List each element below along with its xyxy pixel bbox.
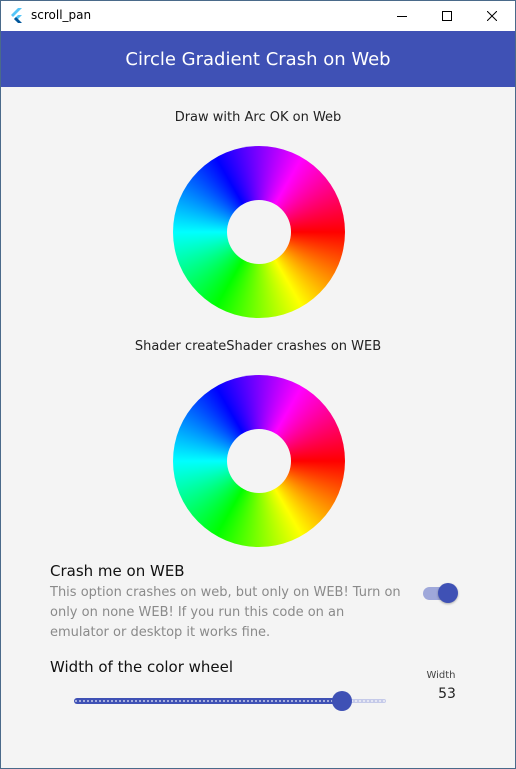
- page-title: Circle Gradient Crash on Web: [125, 48, 391, 70]
- shader-wheel-caption: Shader createShader crashes on WEB: [134, 339, 382, 354]
- title-bar: scroll_pan: [1, 1, 515, 31]
- maximize-button[interactable]: [424, 1, 470, 31]
- arc-wheel-caption: Draw with Arc OK on Web: [174, 110, 342, 125]
- width-value: 53: [438, 686, 456, 702]
- shader-color-wheel: [173, 375, 345, 547]
- crash-option-title: Crash me on WEB: [50, 562, 185, 580]
- arc-color-wheel: [173, 146, 345, 318]
- close-button[interactable]: [469, 1, 515, 31]
- minimize-button[interactable]: [379, 1, 425, 31]
- app-window: scroll_pan Circle Gradient Crash on Web …: [0, 0, 516, 769]
- maximize-icon: [442, 11, 452, 21]
- wheel-center-hole: [227, 429, 291, 493]
- crash-option-description: This option crashes on web, but only on …: [50, 585, 401, 640]
- wheel-center-hole: [227, 200, 291, 264]
- crash-toggle-switch[interactable]: [420, 582, 460, 604]
- width-control-title: Width of the color wheel: [50, 658, 234, 676]
- flutter-logo-icon: [10, 8, 24, 24]
- width-label: Width: [426, 670, 456, 681]
- width-slider[interactable]: [71, 689, 391, 713]
- slider-thumb[interactable]: [332, 691, 353, 711]
- window-title: scroll_pan: [31, 8, 92, 22]
- close-icon: [487, 11, 497, 21]
- switch-thumb[interactable]: [438, 583, 458, 603]
- minimize-icon: [397, 16, 407, 17]
- app-bar: Circle Gradient Crash on Web: [1, 31, 515, 87]
